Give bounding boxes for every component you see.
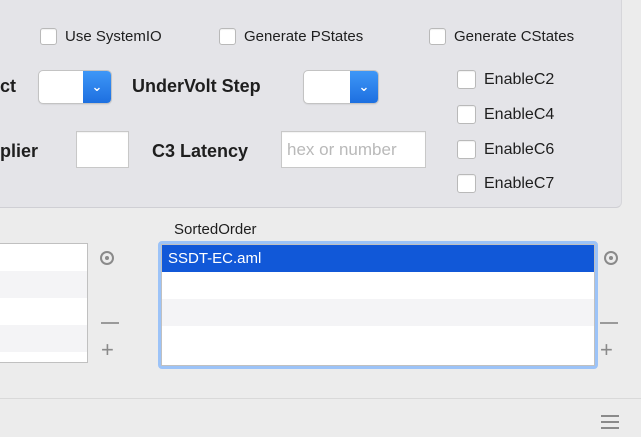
checkbox-box[interactable]	[457, 70, 476, 89]
enable-c4-checkbox[interactable]: EnableC4	[457, 105, 554, 124]
plus-icon[interactable]: +	[101, 339, 114, 361]
enable-c2-label: EnableC2	[484, 70, 555, 88]
select-label: ct	[0, 76, 17, 96]
minus-icon[interactable]	[101, 322, 119, 324]
list-item-selected[interactable]: SSDT-EC.aml	[162, 245, 594, 272]
sorted-order-list[interactable]: SSDT-EC.aml	[161, 244, 595, 366]
generate-cstates-label: Generate CStates	[454, 28, 575, 45]
checkbox-box[interactable]	[429, 28, 446, 45]
list-item[interactable]	[162, 326, 594, 353]
enable-c4-label: EnableC4	[484, 105, 555, 123]
c3-latency-field[interactable]	[281, 131, 426, 168]
gear-icon[interactable]	[96, 248, 120, 268]
enable-c6-label: EnableC6	[484, 140, 555, 158]
list-item[interactable]	[0, 325, 87, 352]
checkbox-box[interactable]	[457, 105, 476, 124]
checkbox-box[interactable]	[219, 28, 236, 45]
multiplier-input[interactable]	[77, 132, 128, 167]
c3-latency-input[interactable]	[282, 132, 425, 167]
sorted-order-title: SortedOrder	[174, 221, 257, 238]
multiplier-field[interactable]	[76, 131, 129, 168]
gear-icon[interactable]	[600, 248, 624, 268]
enable-c2-checkbox[interactable]: EnableC2	[457, 70, 554, 89]
multiplier-label: plier	[0, 141, 39, 161]
status-bar	[0, 398, 641, 437]
list-item[interactable]	[162, 299, 594, 326]
enable-c7-label: EnableC7	[484, 174, 555, 192]
checkbox-box[interactable]	[457, 174, 476, 193]
chevron-down-icon[interactable]: ⌄	[350, 71, 378, 103]
c3-latency-label: C3 Latency	[152, 141, 249, 161]
checkbox-box[interactable]	[457, 140, 476, 159]
list-item[interactable]	[162, 272, 594, 299]
plus-icon[interactable]: +	[600, 339, 613, 361]
undervolt-step-popup[interactable]: ⌄	[303, 70, 379, 104]
checkbox-box[interactable]	[40, 28, 57, 45]
enable-c6-checkbox[interactable]: EnableC6	[457, 140, 554, 159]
undervolt-step-label: UnderVolt Step	[132, 76, 261, 96]
minus-icon[interactable]	[600, 322, 618, 324]
list-item[interactable]	[0, 271, 87, 298]
chevron-down-icon[interactable]: ⌄	[83, 71, 111, 103]
enable-c7-checkbox[interactable]: EnableC7	[457, 174, 554, 193]
generate-cstates-checkbox[interactable]: Generate CStates	[429, 28, 574, 45]
popup-value	[39, 71, 83, 103]
list-item[interactable]	[0, 244, 87, 271]
settings-panel: Use SystemIO Generate PStates Generate C…	[0, 0, 622, 208]
use-systemio-label: Use SystemIO	[65, 28, 162, 45]
popup-value	[304, 71, 350, 103]
source-list[interactable]	[0, 243, 88, 363]
generate-pstates-checkbox[interactable]: Generate PStates	[219, 28, 363, 45]
hamburger-menu-icon[interactable]	[601, 415, 619, 429]
use-systemio-checkbox[interactable]: Use SystemIO	[40, 28, 162, 45]
list-item[interactable]	[0, 298, 87, 325]
select-popup[interactable]: ⌄	[38, 70, 112, 104]
generate-pstates-label: Generate PStates	[244, 28, 364, 45]
